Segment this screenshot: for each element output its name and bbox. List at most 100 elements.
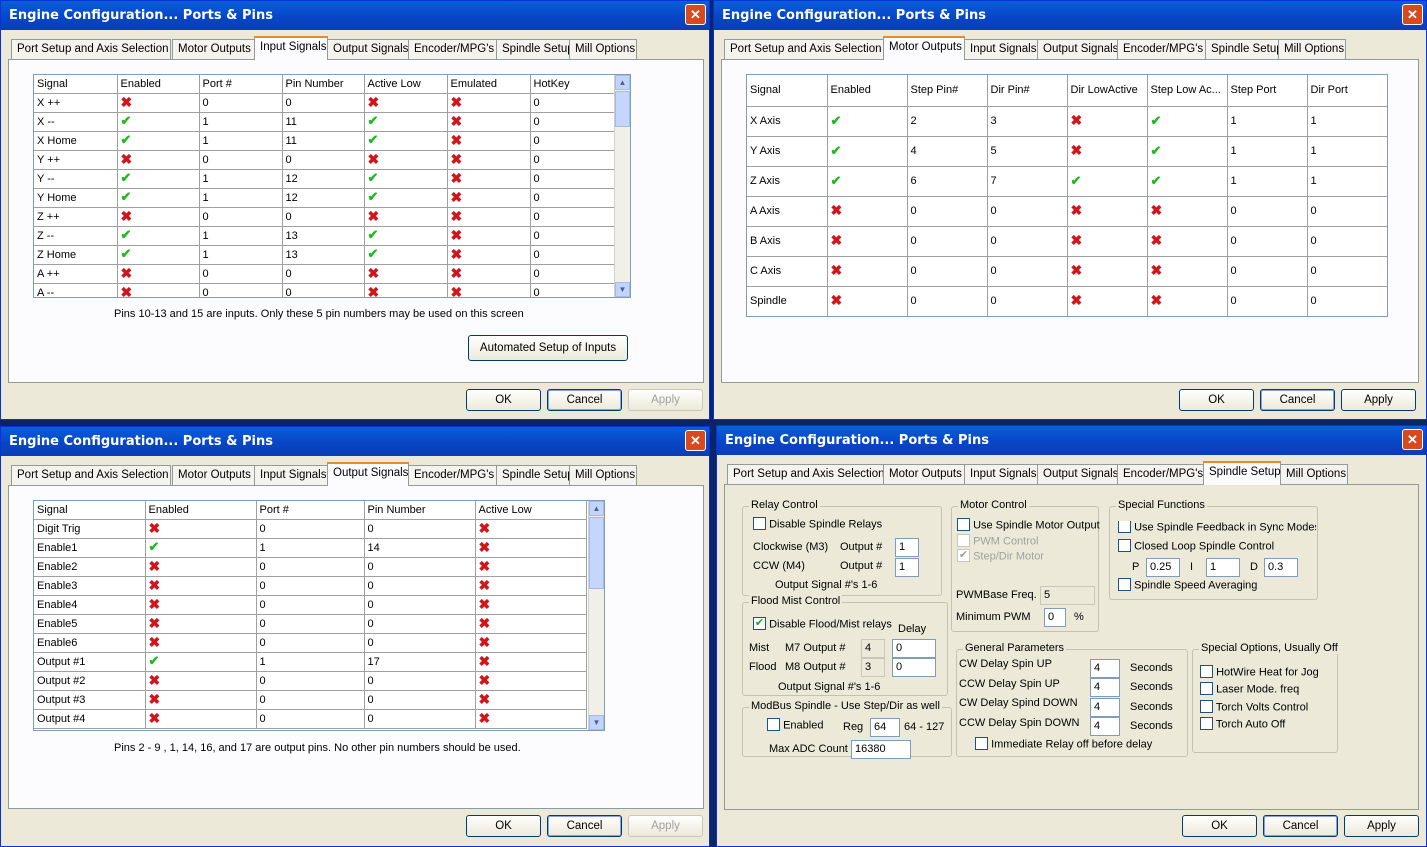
spindle-feedback-checkbox[interactable] [1118, 521, 1131, 533]
table-cell[interactable]: 0 [907, 226, 988, 257]
red-x-icon[interactable]: ✖ [479, 558, 491, 574]
i-input[interactable]: 1 [1206, 558, 1240, 577]
table-cell[interactable]: ✖ [827, 286, 908, 316]
table-cell[interactable]: 3 [987, 106, 1068, 137]
row-header[interactable]: Enable2 [34, 557, 146, 577]
table-cell[interactable]: 11 [282, 131, 365, 151]
min-pwm-input[interactable]: 0 [1044, 608, 1066, 627]
ok-button[interactable]: OK [1182, 815, 1257, 837]
row-header[interactable]: Enable1 [34, 538, 146, 558]
table-row[interactable]: A Axis ✖ 0 0 ✖ ✖ 0 0 [747, 196, 1387, 227]
table-cell[interactable]: ✖ [475, 633, 587, 653]
table-cell[interactable]: 0 [907, 286, 988, 316]
red-x-icon[interactable]: ✖ [1071, 112, 1083, 128]
m8-output-input[interactable]: 3 [861, 658, 885, 677]
tab-output-signals[interactable]: Output Signals [1037, 464, 1118, 484]
table-cell[interactable]: ✖ [1147, 196, 1228, 227]
ccw-up-input[interactable]: 4 [1090, 678, 1120, 697]
red-x-icon[interactable]: ✖ [368, 265, 380, 281]
table-cell[interactable]: 0 [364, 709, 476, 729]
tab-motor-outputs[interactable]: Motor Outputs [883, 464, 965, 484]
table-cell[interactable]: 0 [987, 286, 1068, 316]
table-cell[interactable]: 1 [1307, 166, 1387, 197]
table-cell[interactable]: 0 [199, 207, 283, 227]
table-row[interactable]: X Axis ✔ 2 3 ✖ ✔ 1 1 [747, 106, 1387, 137]
table-cell[interactable]: 6 [907, 166, 988, 197]
tab-spindle-setup[interactable]: Spindle Setup [496, 39, 574, 59]
table-row[interactable]: Output #4 ✖ 0 0 ✖ [34, 709, 587, 729]
green-check-icon[interactable]: ✔ [149, 539, 160, 554]
row-header[interactable]: Output #2 [34, 671, 146, 691]
column-header[interactable]: Enabled [145, 501, 257, 520]
red-x-icon[interactable]: ✖ [479, 653, 491, 669]
tab-port-setup[interactable]: Port Setup and Axis Selection [724, 39, 884, 59]
ok-button[interactable]: OK [1179, 389, 1254, 411]
tab-input-signals[interactable]: Input Signals [964, 464, 1038, 484]
table-cell[interactable]: 0 [530, 245, 615, 265]
table-cell[interactable]: 0 [907, 196, 988, 227]
row-header[interactable]: Y Home [34, 188, 118, 208]
tab-input-signals[interactable]: Input Signals [254, 36, 328, 60]
table-cell[interactable]: ✖ [475, 671, 587, 691]
tab-input-signals[interactable]: Input Signals [254, 465, 328, 485]
cancel-button[interactable]: Cancel [1263, 815, 1338, 837]
cw-output-input[interactable]: 1 [895, 538, 919, 557]
green-check-icon[interactable]: ✔ [1151, 173, 1162, 188]
table-cell[interactable]: ✔ [364, 112, 448, 132]
adc-input[interactable]: 16380 [851, 740, 911, 759]
apply-button[interactable]: Apply [628, 389, 703, 411]
table-cell[interactable]: 0 [530, 169, 615, 189]
table-cell[interactable]: ✖ [447, 245, 531, 265]
table-cell[interactable]: 0 [256, 557, 365, 577]
table-cell[interactable]: 0 [1307, 226, 1387, 257]
table-cell[interactable]: 0 [256, 595, 365, 615]
table-row[interactable]: Y -- ✔ 1 12 ✔ ✖ 0 [34, 169, 615, 189]
table-cell[interactable]: 0 [256, 633, 365, 653]
row-header[interactable]: C Axis [747, 256, 828, 287]
red-x-icon[interactable]: ✖ [451, 113, 463, 129]
red-x-icon[interactable]: ✖ [1151, 292, 1163, 308]
table-cell[interactable]: ✖ [447, 169, 531, 189]
table-cell[interactable]: ✔ [117, 226, 200, 246]
table-cell[interactable]: 0 [364, 633, 476, 653]
table-cell[interactable]: 0 [987, 226, 1068, 257]
column-header[interactable]: Dir Pin# [987, 75, 1068, 107]
table-cell[interactable]: ✔ [827, 166, 908, 197]
apply-button[interactable]: Apply [628, 815, 703, 837]
table-cell[interactable]: ✖ [827, 226, 908, 257]
tab-spindle-setup[interactable]: Spindle Setup [496, 465, 574, 485]
table-row[interactable]: Z -- ✔ 1 13 ✔ ✖ 0 [34, 226, 615, 246]
red-x-icon[interactable]: ✖ [479, 710, 491, 726]
cw-down-input[interactable]: 4 [1090, 698, 1120, 717]
table-row[interactable]: A -- ✖ 0 0 ✖ ✖ 0 [34, 283, 615, 297]
input-signals-grid[interactable]: Signal Enabled Port # Pin Number Active Low E… [33, 74, 631, 298]
table-cell[interactable]: ✔ [117, 188, 200, 208]
ccw-output-input[interactable]: 1 [895, 558, 919, 577]
step-dir-checkbox[interactable]: ✔ [957, 549, 970, 562]
table-cell[interactable]: 7 [987, 166, 1068, 197]
green-check-icon[interactable]: ✔ [368, 132, 379, 147]
row-header[interactable]: Enable5 [34, 614, 146, 634]
red-x-icon[interactable]: ✖ [451, 246, 463, 262]
red-x-icon[interactable]: ✖ [1071, 232, 1083, 248]
column-header[interactable]: Enabled [117, 75, 200, 94]
table-cell[interactable]: ✔ [145, 652, 257, 672]
reg-input[interactable]: 64 [870, 718, 900, 737]
red-x-icon[interactable]: ✖ [1151, 202, 1163, 218]
green-check-icon[interactable]: ✔ [831, 173, 842, 188]
table-row[interactable]: Y ++ ✖ 0 0 ✖ ✖ 0 [34, 150, 615, 170]
column-header[interactable]: Active Low [475, 501, 587, 520]
table-cell[interactable]: ✖ [145, 557, 257, 577]
table-cell[interactable]: 0 [530, 207, 615, 227]
close-icon[interactable]: ✕ [1402, 429, 1423, 450]
table-cell[interactable]: ✖ [364, 264, 448, 284]
table-cell[interactable]: 0 [282, 93, 365, 113]
immediate-relay-checkbox[interactable] [975, 737, 988, 750]
red-x-icon[interactable]: ✖ [479, 539, 491, 555]
table-cell[interactable]: ✖ [117, 93, 200, 113]
tab-motor-outputs[interactable]: Motor Outputs [172, 39, 255, 59]
table-cell[interactable]: ✔ [1067, 166, 1148, 197]
column-header[interactable]: Pin Number [364, 501, 476, 520]
table-cell[interactable]: ✔ [1147, 106, 1228, 137]
table-cell[interactable]: 14 [364, 538, 476, 558]
